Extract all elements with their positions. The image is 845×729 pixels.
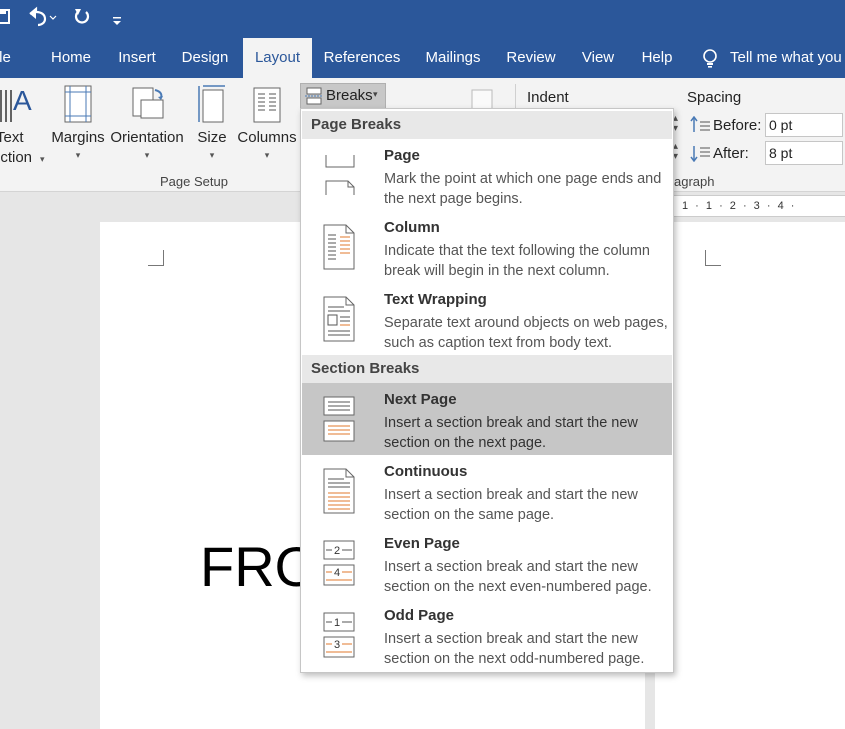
indent-label: Indent bbox=[527, 89, 569, 106]
page-break-icon bbox=[316, 151, 355, 199]
size-icon bbox=[197, 85, 227, 128]
margins-button[interactable]: Margins ▾ bbox=[50, 84, 106, 162]
chevron-down-icon: ▾ bbox=[75, 150, 81, 160]
lightbulb-icon bbox=[702, 49, 718, 74]
chevron-down-icon: ▾ bbox=[373, 89, 378, 99]
margins-icon bbox=[63, 85, 93, 128]
tab-review[interactable]: Review bbox=[500, 38, 562, 78]
section-breaks-header: Section Breaks bbox=[302, 355, 672, 383]
column-break-icon bbox=[320, 223, 355, 271]
ribbon-tabs: le Home Insert Design Layout References … bbox=[0, 38, 845, 78]
columns-button[interactable]: Columns ▾ bbox=[236, 84, 298, 162]
svg-text:3: 3 bbox=[334, 639, 340, 651]
svg-text:A: A bbox=[13, 85, 32, 116]
tell-me-search[interactable]: Tell me what you bbox=[730, 38, 845, 78]
svg-text:4: 4 bbox=[334, 567, 340, 579]
spacing-before-input[interactable]: 0 pt bbox=[765, 113, 843, 137]
title-bar bbox=[0, 0, 845, 38]
before-label: Before: bbox=[713, 117, 762, 134]
chevron-down-icon: ▾ bbox=[209, 150, 215, 160]
break-option-continuous[interactable]: Continuous Insert a section break and st… bbox=[302, 455, 672, 527]
tab-design[interactable]: Design bbox=[172, 38, 238, 78]
break-option-text-wrapping[interactable]: Text Wrapping Separate text around objec… bbox=[302, 283, 672, 355]
even-page-break-icon: 24 bbox=[320, 539, 355, 587]
page-breaks-header: Page Breaks bbox=[302, 111, 672, 139]
chevron-down-icon: ▾ bbox=[40, 154, 45, 164]
tab-layout[interactable]: Layout bbox=[243, 38, 312, 78]
spacing-before-icon bbox=[690, 115, 710, 139]
size-button[interactable]: Size ▾ bbox=[190, 84, 234, 162]
break-option-page[interactable]: Page Mark the point at which one page en… bbox=[302, 139, 672, 211]
tab-insert[interactable]: Insert bbox=[108, 38, 166, 78]
text-direction-label: Text bbox=[0, 129, 24, 146]
break-option-column[interactable]: Column Indicate that the text following … bbox=[302, 211, 672, 283]
tab-mailings[interactable]: Mailings bbox=[416, 38, 490, 78]
margin-corner-mark bbox=[705, 250, 721, 266]
svg-text:1: 1 bbox=[334, 617, 340, 629]
tab-references[interactable]: References bbox=[318, 38, 406, 78]
spacing-after-input[interactable]: 8 pt bbox=[765, 141, 843, 165]
breaks-icon bbox=[305, 87, 323, 110]
orientation-icon bbox=[127, 87, 167, 128]
svg-text:2: 2 bbox=[334, 545, 340, 557]
columns-icon bbox=[252, 87, 282, 128]
next-page-break-icon bbox=[316, 395, 355, 443]
tab-help[interactable]: Help bbox=[632, 38, 682, 78]
chevron-down-icon: ▾ bbox=[144, 150, 150, 160]
horizontal-ruler[interactable]: 1 · 1 · 2 · 3 · 4 · bbox=[672, 195, 845, 217]
after-label: After: bbox=[713, 145, 749, 162]
tab-view[interactable]: View bbox=[572, 38, 624, 78]
text-wrapping-break-icon bbox=[320, 295, 355, 343]
orientation-button[interactable]: Orientation ▾ bbox=[108, 84, 186, 162]
margin-corner-mark bbox=[148, 250, 164, 266]
spacing-after-icon bbox=[690, 144, 710, 167]
break-option-next-page[interactable]: Next Page Insert a section break and sta… bbox=[302, 383, 672, 455]
break-option-odd-page[interactable]: 13 Odd Page Insert a section break and s… bbox=[302, 599, 672, 671]
chevron-down-icon: ▾ bbox=[264, 150, 270, 160]
undo-icon[interactable] bbox=[26, 6, 58, 35]
page-setup-group-label: Page Setup bbox=[160, 174, 228, 189]
spacing-label: Spacing bbox=[687, 89, 742, 106]
paragraph-group-label: agraph bbox=[674, 174, 715, 189]
break-option-even-page[interactable]: 24 Even Page Insert a section break and … bbox=[302, 527, 672, 599]
redo-icon[interactable] bbox=[72, 6, 92, 35]
document-page-2[interactable] bbox=[655, 222, 845, 729]
continuous-break-icon bbox=[320, 467, 355, 515]
text-direction-button[interactable]: A bbox=[0, 82, 46, 130]
breaks-button[interactable]: Breaks ▾ bbox=[300, 83, 386, 109]
tab-home[interactable]: Home bbox=[40, 38, 102, 78]
breaks-dropdown-menu: Page Breaks Page Mark the point at which… bbox=[300, 108, 674, 673]
tab-file[interactable]: le bbox=[0, 38, 12, 78]
save-icon[interactable] bbox=[0, 6, 10, 32]
odd-page-break-icon: 13 bbox=[320, 611, 355, 659]
customize-icon[interactable] bbox=[112, 9, 122, 35]
